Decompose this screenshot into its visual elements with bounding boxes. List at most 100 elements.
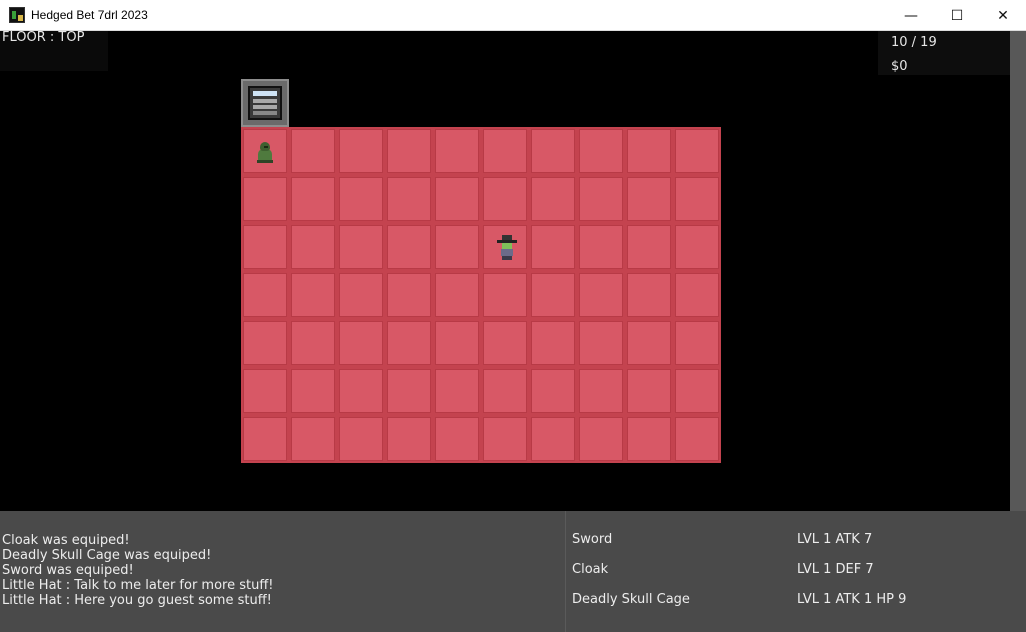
floor-tile[interactable] (529, 415, 577, 463)
close-button[interactable]: ✕ (980, 0, 1026, 31)
equipment-stats: LVL 1 DEF 7 (797, 562, 874, 577)
floor-tile[interactable] (289, 367, 337, 415)
floor-tile[interactable] (577, 367, 625, 415)
floor-tile[interactable] (481, 367, 529, 415)
floor-tile[interactable] (337, 271, 385, 319)
floor-tile[interactable] (337, 415, 385, 463)
dungeon-board[interactable] (241, 127, 721, 463)
game-viewport[interactable]: FLOOR : TOP 10 / 19 $0 (0, 31, 1026, 511)
floor-tile[interactable] (529, 367, 577, 415)
floor-tile[interactable] (481, 415, 529, 463)
equipment-stats: LVL 1 ATK 7 (797, 532, 873, 547)
stairs-tile[interactable] (241, 79, 289, 127)
floor-tile[interactable] (529, 319, 577, 367)
floor-tile[interactable] (433, 367, 481, 415)
floor-tile[interactable] (385, 223, 433, 271)
floor-tile[interactable] (625, 367, 673, 415)
log-line: Sword was equiped! (2, 563, 134, 578)
hp-counter: 10 / 19 (891, 35, 937, 50)
money-counter: $0 (891, 59, 908, 74)
floor-tile[interactable] (673, 415, 721, 463)
floor-tile[interactable] (673, 319, 721, 367)
equipment-row: Sword LVL 1 ATK 7 (567, 532, 1026, 552)
floor-tile[interactable] (577, 415, 625, 463)
floor-tile[interactable] (529, 127, 577, 175)
equipment-row: Cloak LVL 1 DEF 7 (567, 562, 1026, 582)
floor-tile[interactable] (433, 271, 481, 319)
floor-tile[interactable] (577, 223, 625, 271)
floor-tile[interactable] (625, 271, 673, 319)
log-line: Little Hat : Here you go guest some stuf… (2, 593, 272, 608)
floor-tile[interactable] (241, 271, 289, 319)
floor-tile[interactable] (385, 367, 433, 415)
floor-tile[interactable] (529, 175, 577, 223)
equipment-stats: LVL 1 ATK 1 HP 9 (797, 592, 907, 607)
equipment-name: Cloak (572, 562, 609, 577)
minimize-button[interactable]: — (888, 0, 934, 31)
floor-tile[interactable] (289, 319, 337, 367)
floor-tile[interactable] (625, 415, 673, 463)
floor-tile[interactable] (673, 127, 721, 175)
floor-tile[interactable] (337, 127, 385, 175)
window-titlebar: Hedged Bet 7drl 2023 — ☐ ✕ (0, 0, 1026, 31)
equipment-name: Sword (572, 532, 613, 547)
floor-tile[interactable] (289, 175, 337, 223)
log-line: Cloak was equiped! (2, 533, 130, 548)
floor-tile[interactable] (385, 127, 433, 175)
app-icon (9, 7, 25, 23)
floor-tile[interactable] (241, 223, 289, 271)
floor-tile[interactable] (241, 415, 289, 463)
floor-tile[interactable] (577, 319, 625, 367)
floor-tile[interactable] (241, 319, 289, 367)
floor-tile[interactable] (385, 271, 433, 319)
floor-tile[interactable] (241, 367, 289, 415)
window-edge (1010, 31, 1026, 511)
floor-tile[interactable] (481, 319, 529, 367)
log-line: Deadly Skull Cage was equiped! (2, 548, 212, 563)
floor-tile[interactable] (481, 271, 529, 319)
floor-tile[interactable] (625, 127, 673, 175)
floor-tile[interactable] (577, 175, 625, 223)
floor-tile[interactable] (289, 223, 337, 271)
floor-tile[interactable] (433, 223, 481, 271)
floor-tile[interactable] (337, 175, 385, 223)
floor-tile[interactable] (673, 271, 721, 319)
floor-tile[interactable] (337, 319, 385, 367)
floor-tile[interactable] (529, 271, 577, 319)
floor-tile[interactable] (289, 271, 337, 319)
floor-tile[interactable] (625, 223, 673, 271)
floor-tile[interactable] (625, 175, 673, 223)
floor-tile[interactable] (625, 319, 673, 367)
floor-label: FLOOR : TOP (2, 30, 85, 45)
floor-tile[interactable] (577, 271, 625, 319)
floor-tile[interactable] (241, 127, 289, 175)
player-sprite[interactable] (495, 234, 519, 262)
floor-tile[interactable] (337, 367, 385, 415)
floor-tile[interactable] (529, 223, 577, 271)
floor-tile[interactable] (385, 415, 433, 463)
maximize-button[interactable]: ☐ (934, 0, 980, 31)
floor-tile[interactable] (385, 319, 433, 367)
floor-tile[interactable] (289, 127, 337, 175)
window-title: Hedged Bet 7drl 2023 (31, 8, 148, 22)
player-stats-panel: 10 / 19 $0 (878, 31, 1010, 75)
floor-tile[interactable] (385, 175, 433, 223)
floor-tile[interactable] (673, 223, 721, 271)
floor-tile[interactable] (481, 127, 529, 175)
floor-tile[interactable] (673, 367, 721, 415)
window-controls: — ☐ ✕ (888, 0, 1026, 31)
floor-tile[interactable] (433, 415, 481, 463)
bottom-hud: Cloak was equiped! Deadly Skull Cage was … (0, 511, 1026, 632)
hooded-npc-sprite[interactable] (253, 139, 277, 167)
floor-tile[interactable] (481, 223, 529, 271)
floor-tile[interactable] (433, 175, 481, 223)
floor-tile[interactable] (289, 415, 337, 463)
equipment-name: Deadly Skull Cage (572, 592, 690, 607)
floor-tile[interactable] (337, 223, 385, 271)
floor-tile[interactable] (433, 127, 481, 175)
floor-tile[interactable] (433, 319, 481, 367)
floor-tile[interactable] (241, 175, 289, 223)
floor-tile[interactable] (481, 175, 529, 223)
floor-tile[interactable] (577, 127, 625, 175)
floor-tile[interactable] (673, 175, 721, 223)
